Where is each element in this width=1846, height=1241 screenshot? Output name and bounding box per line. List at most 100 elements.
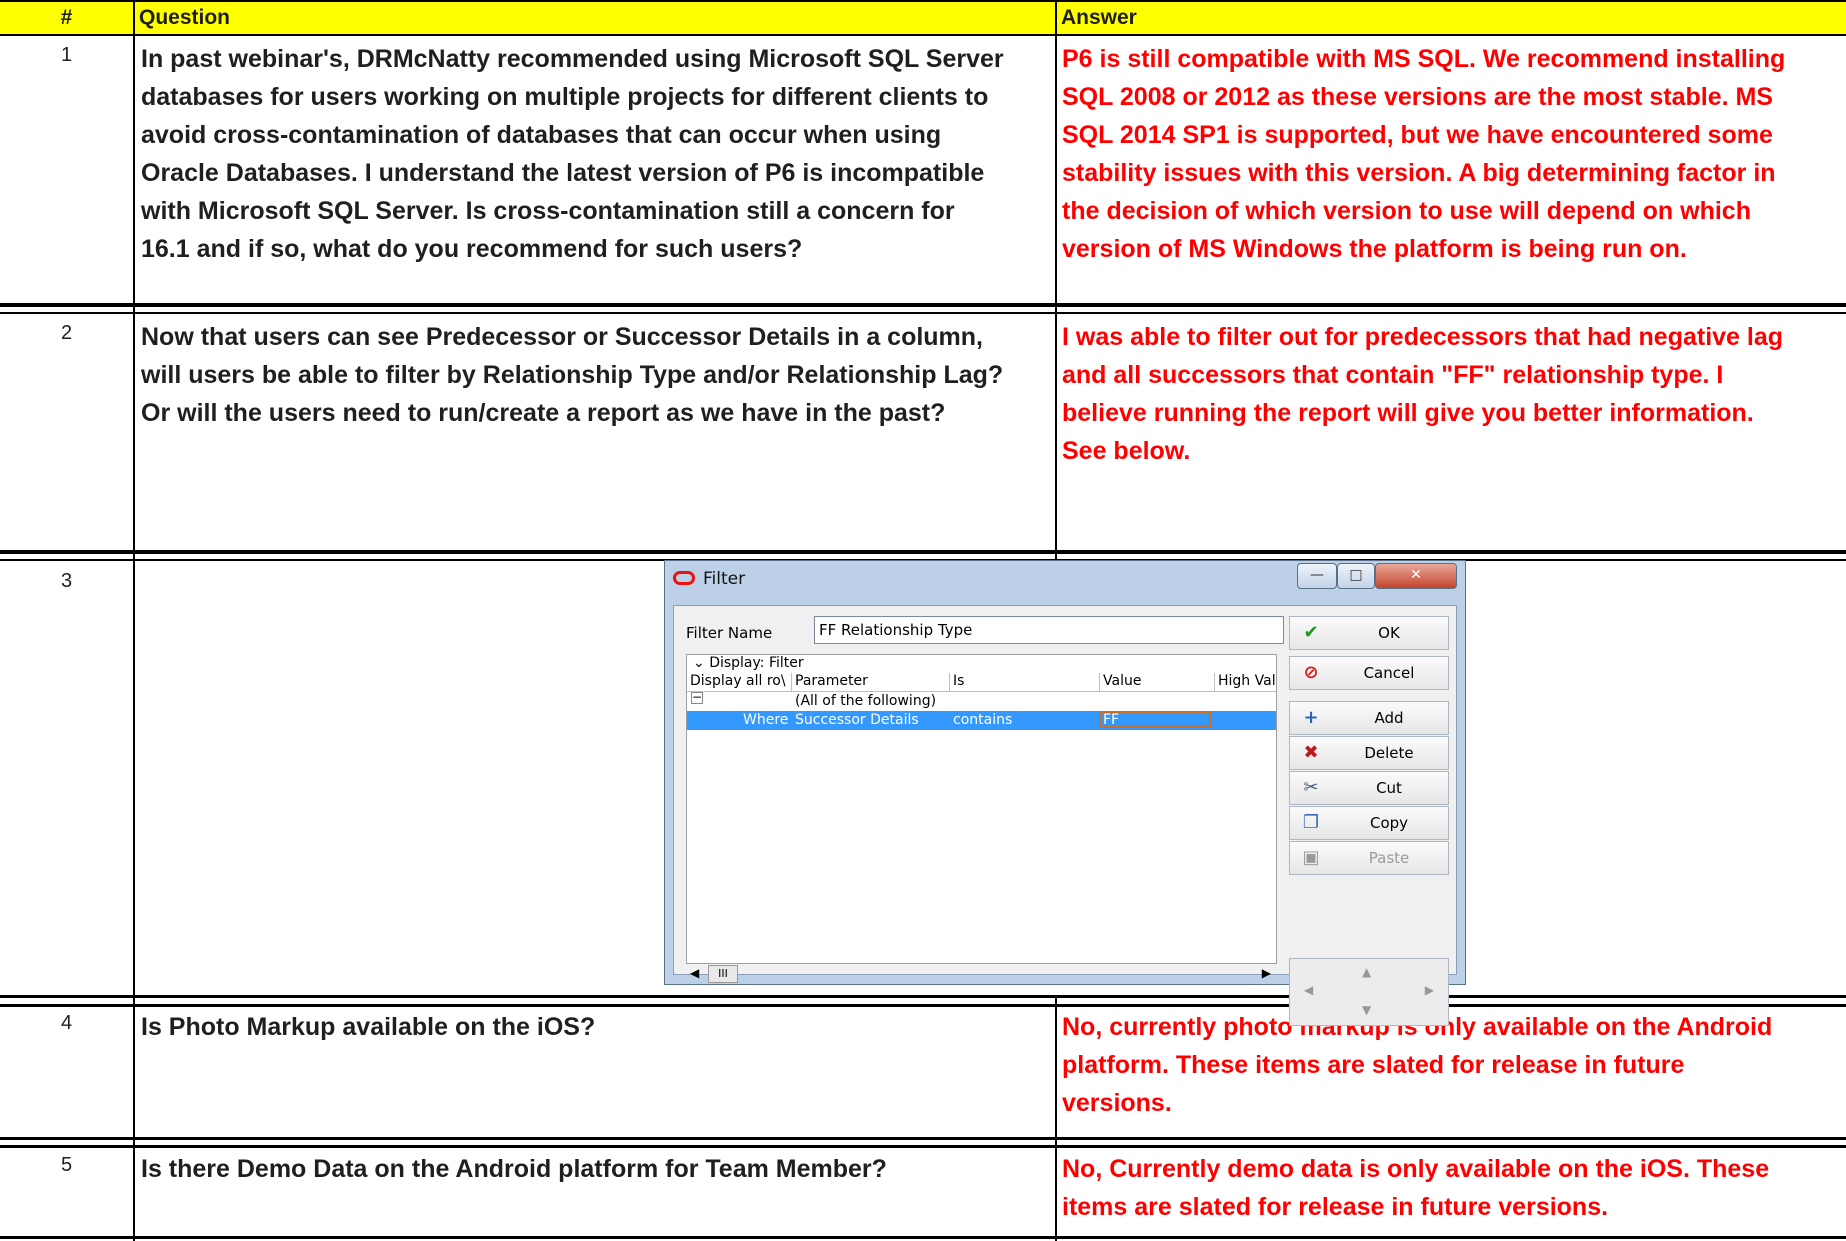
answer-line: version of MS Windows the platform is be… — [1062, 235, 1687, 263]
column-header[interactable]: High Valu — [1214, 673, 1276, 691]
paste-icon: ▣ — [1302, 847, 1320, 868]
question-line: databases for users working on multiple … — [141, 83, 989, 111]
question-line: will users be able to filter by Relation… — [141, 361, 1004, 389]
move-arrows-pad: ▲ ◀ ▶ ▼ — [1289, 958, 1449, 1026]
column-header[interactable]: Parameter — [791, 673, 945, 691]
criteria-is[interactable]: contains — [953, 712, 1012, 728]
paste-button[interactable]: ▣ Paste — [1289, 841, 1449, 875]
row-border — [0, 34, 1846, 36]
answer-line: I was able to filter out for predecessor… — [1062, 323, 1784, 351]
cancel-button[interactable]: ⊘ Cancel — [1289, 656, 1449, 690]
arrow-up-icon[interactable]: ▲ — [1362, 965, 1371, 979]
answer-line: No, Currently demo data is only availabl… — [1062, 1155, 1770, 1183]
question-line: Now that users can see Predecessor or Su… — [141, 323, 984, 351]
arrow-right-icon[interactable]: ▶ — [1425, 983, 1434, 997]
group-row-label: (All of the following) — [795, 693, 937, 709]
add-button[interactable]: + Add — [1289, 701, 1449, 735]
question-line: with Microsoft SQL Server. Is cross-cont… — [141, 197, 955, 225]
criteria-where: Where — [743, 712, 789, 728]
question-cell[interactable]: Now that users can see Predecessor or Su… — [141, 318, 1056, 432]
cancel-icon: ⊘ — [1303, 662, 1319, 683]
answer-line: stability issues with this version. A bi… — [1062, 159, 1776, 187]
row-border — [0, 995, 1846, 998]
window-controls: — □ ✕ — [1297, 563, 1457, 589]
answer-line: believe running the report will give you… — [1062, 399, 1754, 427]
answer-line: P6 is still compatible with MS SQL. We r… — [1062, 45, 1786, 73]
scroll-thumb[interactable]: III — [708, 965, 738, 983]
question-line: Is Photo Markup available on the iOS? — [141, 1013, 596, 1041]
row-border — [0, 303, 1846, 307]
row-number: 2 — [60, 322, 73, 344]
row-number: 3 — [60, 570, 73, 592]
arrow-left-icon[interactable]: ◀ — [1304, 983, 1313, 997]
oracle-logo-icon — [673, 571, 695, 585]
question-cell[interactable]: Is Photo Markup available on the iOS? — [141, 1008, 1056, 1046]
filter-dialog: Filter — □ ✕ Filter Name FF Relationship… — [664, 560, 1466, 1026]
question-cell[interactable]: In past webinar's, DRMcNatty recommended… — [141, 40, 1056, 268]
row-border — [0, 1236, 1846, 1239]
answer-cell[interactable]: No, currently photo markup is only avail… — [1062, 1008, 1846, 1122]
question-line: Is there Demo Data on the Android platfo… — [141, 1155, 887, 1183]
scroll-right-icon[interactable]: ▶ — [1262, 966, 1271, 980]
row-border — [0, 550, 1846, 554]
criteria-parameter[interactable]: Successor Details — [795, 712, 919, 728]
delete-icon: ✖ — [1303, 742, 1319, 763]
question-line: Or will the users need to run/create a r… — [141, 399, 946, 427]
row-border — [0, 1145, 1846, 1148]
header-question-cell[interactable]: Question — [135, 2, 1055, 34]
minimize-icon[interactable]: — — [1297, 563, 1337, 589]
close-icon[interactable]: ✕ — [1375, 563, 1457, 589]
header-answer-cell[interactable]: Answer — [1057, 2, 1846, 34]
filter-name-input[interactable]: FF Relationship Type — [814, 616, 1284, 644]
collapse-icon[interactable]: − — [691, 691, 703, 704]
answer-cell[interactable]: I was able to filter out for predecessor… — [1062, 318, 1846, 470]
copy-icon: ❐ — [1302, 812, 1320, 833]
row-border — [0, 1137, 1846, 1140]
column-header[interactable]: Is — [949, 673, 1098, 691]
row-number: 5 — [60, 1154, 73, 1176]
cut-button[interactable]: ✂ Cut — [1289, 771, 1449, 805]
criteria-value[interactable]: FF — [1103, 712, 1119, 728]
question-line: In past webinar's, DRMcNatty recommended… — [141, 45, 1004, 73]
answer-cell[interactable]: No, Currently demo data is only availabl… — [1062, 1150, 1846, 1226]
column-header[interactable]: Value — [1099, 673, 1213, 691]
answer-cell[interactable]: P6 is still compatible with MS SQL. We r… — [1062, 40, 1846, 268]
group-header[interactable]: ⌄ Display: Filter — [693, 655, 804, 671]
answer-line: versions. — [1062, 1089, 1172, 1117]
horizontal-scrollbar[interactable]: ◀ III ▶ — [686, 965, 1277, 984]
filter-name-label: Filter Name — [686, 624, 773, 642]
row-border — [0, 312, 1846, 314]
copy-button[interactable]: ❐ Copy — [1289, 806, 1449, 840]
header-num-cell[interactable]: # — [0, 2, 133, 34]
grid-column-headers: Display all ro\ Parameter Is Value High … — [687, 673, 1276, 692]
arrow-down-icon[interactable]: ▼ — [1362, 1003, 1371, 1017]
criteria-group-row[interactable]: − (All of the following) — [687, 691, 1276, 710]
question-line: 16.1 and if so, what do you recommend fo… — [141, 235, 803, 263]
check-icon: ✔ — [1303, 622, 1319, 643]
answer-line: SQL 2014 SP1 is supported, but we have e… — [1062, 121, 1773, 149]
column-header[interactable]: Display all ro\ — [687, 673, 790, 691]
dialog-body: Filter Name FF Relationship Type ⌄ Displ… — [673, 605, 1457, 1026]
question-line: avoid cross-contamination of databases t… — [141, 121, 942, 149]
answer-line: items are slated for release in future v… — [1062, 1193, 1609, 1221]
row-number: 1 — [60, 44, 73, 66]
answer-line: No, currently photo markup is only avail… — [1062, 1013, 1773, 1041]
filter-criteria-grid[interactable]: ⌄ Display: Filter Display all ro\ Parame… — [686, 654, 1277, 964]
ok-button[interactable]: ✔ OK — [1289, 616, 1449, 650]
answer-line: See below. — [1062, 437, 1191, 465]
question-line: Oracle Databases. I understand the lates… — [141, 159, 985, 187]
row-number: 4 — [60, 1012, 73, 1034]
add-icon: + — [1303, 707, 1319, 728]
answer-line: platform. These items are slated for rel… — [1062, 1051, 1685, 1079]
maximize-icon[interactable]: □ — [1337, 563, 1375, 589]
dialog-title: Filter — [673, 569, 745, 589]
answer-line: SQL 2008 or 2012 as these versions are t… — [1062, 83, 1773, 111]
scroll-left-icon[interactable]: ◀ — [690, 966, 699, 980]
delete-button[interactable]: ✖ Delete — [1289, 736, 1449, 770]
criteria-row-selected[interactable]: Where Successor Details contains FF — [687, 711, 1276, 730]
row-border — [0, 1004, 1846, 1007]
answer-line: the decision of which version to use wil… — [1062, 197, 1751, 225]
row-border — [0, 0, 1846, 2]
chevron-down-icon[interactable]: ⌄ — [693, 655, 705, 671]
question-cell[interactable]: Is there Demo Data on the Android platfo… — [141, 1150, 1056, 1188]
